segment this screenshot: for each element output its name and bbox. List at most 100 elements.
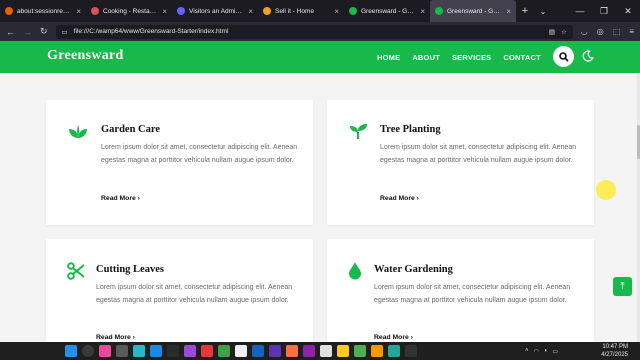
reload-icon[interactable]: ↻ (40, 26, 48, 37)
battery-icon[interactable]: ▭ (552, 348, 558, 355)
forward-icon[interactable]: → (23, 27, 32, 37)
app-icon[interactable] (371, 345, 383, 357)
read-more-link[interactable]: Read More › (374, 334, 413, 341)
windows-taskbar: ˄ ◠ ◖ ▭ 10:47 PM 4/27/2025 (0, 342, 640, 360)
read-more-link[interactable]: Read More › (380, 195, 419, 202)
start-icon[interactable] (65, 345, 77, 357)
browser-tab[interactable]: Visitors an Admin Panel C × (172, 0, 258, 22)
app-icon[interactable] (167, 345, 179, 357)
app-icon[interactable] (303, 345, 315, 357)
app-icon[interactable] (133, 345, 145, 357)
close-window-icon[interactable]: ✕ (616, 6, 640, 17)
favicon-icon (91, 7, 99, 15)
minimize-icon[interactable]: — (568, 6, 592, 17)
app-icon[interactable] (252, 345, 264, 357)
app-icon[interactable] (388, 345, 400, 357)
app-icon[interactable] (269, 345, 281, 357)
site-header: Greensward HOME ABOUT SERVICES CONTACT (0, 41, 640, 73)
folder-icon[interactable] (337, 345, 349, 357)
tab-title: Cooking - Restaurants Ca (103, 7, 159, 15)
browser-tab[interactable]: Sell it - Home × (258, 0, 344, 22)
menu-services[interactable]: SERVICES (452, 53, 491, 62)
close-tab-icon[interactable]: × (76, 7, 81, 16)
maximize-icon[interactable]: ❐ (592, 6, 616, 17)
account-icon[interactable]: ◎ (597, 27, 604, 36)
menu-contact[interactable]: CONTACT (503, 53, 541, 62)
seedling-icon (350, 124, 367, 139)
chevron-right-icon: › (410, 334, 413, 341)
site-logo[interactable]: Greensward (47, 48, 124, 64)
browser-nav-bar: ← → ↻ ▭ file:///C:/wamp64/www/Greensward… (0, 22, 640, 41)
close-tab-icon[interactable]: × (506, 7, 511, 16)
tab-title: Greensward - Gardening C (447, 7, 503, 15)
address-bar[interactable]: ▭ file:///C:/wamp64/www/Greensward-Start… (55, 24, 573, 39)
tab-title: Greensward - Gardening (361, 7, 417, 15)
dark-mode-toggle[interactable] (582, 50, 595, 63)
volume-icon[interactable]: ◖ (544, 348, 548, 354)
moon-icon (582, 50, 594, 62)
service-description: Lorem ipsum dolor sit amet, consectetur … (374, 284, 571, 304)
scissors-icon (67, 262, 85, 280)
app-icon[interactable] (184, 345, 196, 357)
chevron-right-icon: › (137, 195, 140, 202)
favicon-icon (349, 7, 357, 15)
menu-icon[interactable]: ≡ (629, 27, 634, 36)
extensions-icon[interactable]: ⬚ (613, 27, 621, 36)
search-button[interactable] (553, 46, 574, 67)
app-icon[interactable] (235, 345, 247, 357)
favicon-icon (177, 7, 185, 15)
close-tab-icon[interactable]: × (162, 7, 167, 16)
browser-tab[interactable]: about:sessionrestore × (0, 0, 86, 22)
service-card: Cutting Leaves Lorem ipsum dolor sit ame… (46, 239, 313, 342)
app-icon[interactable] (99, 345, 111, 357)
app-icon[interactable] (218, 345, 230, 357)
app-icon[interactable] (405, 345, 417, 357)
service-description: Lorem ipsum dolor sit amet, consectetur … (96, 284, 293, 304)
app-icon[interactable] (201, 345, 213, 357)
tab-title: Visitors an Admin Panel C (189, 7, 244, 15)
read-more-label: Read More (380, 195, 415, 202)
bookmark-star-icon[interactable]: ☆ (561, 28, 567, 36)
read-more-link[interactable]: Read More › (101, 195, 140, 202)
app-icon[interactable] (354, 345, 366, 357)
tab-list-chevron-icon[interactable]: ⌄ (534, 7, 552, 16)
water-drop-icon (349, 262, 361, 280)
close-tab-icon[interactable]: × (334, 7, 339, 16)
pocket-icon[interactable]: ◡ (581, 27, 588, 36)
browser-tab[interactable]: Greensward - Gardening × (344, 0, 430, 22)
search-icon (558, 51, 569, 62)
menu-home[interactable]: HOME (377, 53, 400, 62)
clock-date: 4/27/2025 (601, 352, 628, 358)
close-tab-icon[interactable]: × (420, 7, 425, 16)
service-title: Garden Care (101, 124, 161, 135)
reader-view-icon[interactable]: ▤ (549, 28, 555, 36)
window-controls: — ❐ ✕ (568, 6, 640, 17)
task-view-icon[interactable] (116, 345, 128, 357)
firefox-icon[interactable] (286, 345, 298, 357)
new-tab-icon[interactable]: + (516, 5, 534, 17)
read-more-link[interactable]: Read More › (96, 334, 135, 341)
browser-tab[interactable]: Cooking - Restaurants Ca × (86, 0, 172, 22)
chevron-up-icon[interactable]: ˄ (525, 348, 529, 354)
app-icon[interactable] (320, 345, 332, 357)
wifi-icon[interactable]: ◠ (534, 348, 539, 355)
close-tab-icon[interactable]: × (248, 7, 253, 16)
chevron-right-icon: › (132, 334, 135, 341)
firefox-icon (5, 7, 13, 15)
back-icon[interactable]: ← (6, 27, 15, 37)
taskbar-clock[interactable]: 10:47 PM 4/27/2025 (592, 343, 628, 359)
back-to-top-button[interactable]: ⤒ (613, 277, 632, 296)
cursor-highlight (596, 180, 616, 200)
service-card: Water Gardening Lorem ipsum dolor sit am… (327, 239, 594, 342)
chevron-right-icon: › (416, 195, 419, 202)
read-more-label: Read More (96, 334, 131, 341)
menu-about[interactable]: ABOUT (412, 53, 440, 62)
tab-title: Sell it - Home (275, 7, 315, 15)
vscode-icon[interactable] (150, 345, 162, 357)
service-title: Tree Planting (380, 124, 441, 135)
read-more-label: Read More (374, 334, 409, 341)
tab-title: about:sessionrestore (17, 7, 73, 15)
read-more-label: Read More (101, 195, 136, 202)
search-icon[interactable] (82, 345, 94, 357)
browser-tab-active[interactable]: Greensward - Gardening C × (430, 0, 516, 22)
